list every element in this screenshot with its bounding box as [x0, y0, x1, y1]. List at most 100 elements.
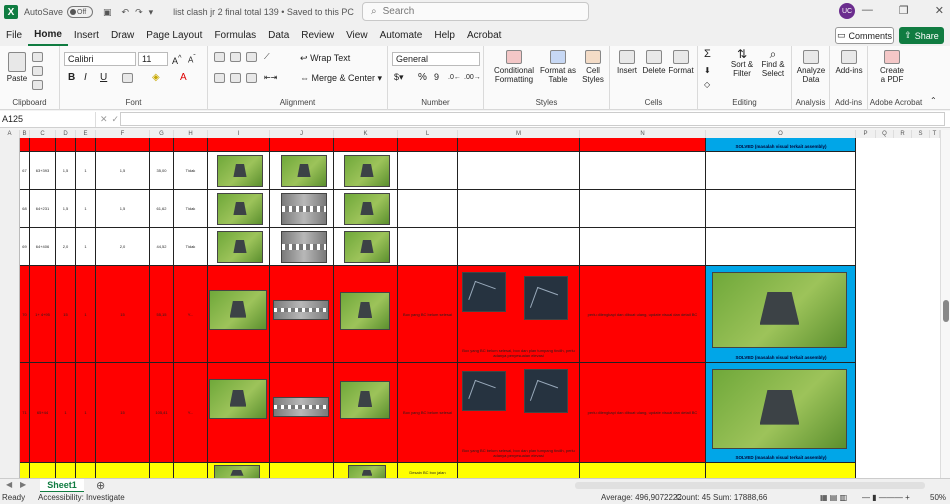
table-cell[interactable]: 1	[76, 190, 96, 228]
table-cell[interactable]	[458, 228, 580, 266]
close-icon[interactable]: ✕	[935, 4, 944, 17]
table-cell[interactable]	[150, 138, 174, 152]
table-cell[interactable]	[580, 463, 706, 478]
align-right-icon[interactable]	[246, 73, 257, 85]
cell-image[interactable]	[462, 272, 506, 312]
table-cell[interactable]: Tidak	[174, 190, 208, 228]
table-cell[interactable]: 2,0	[56, 228, 76, 266]
table-cell[interactable]	[458, 463, 580, 478]
column-header[interactable]: H	[174, 130, 208, 138]
table-cell[interactable]: Box yang BC belum selesai, box dan plan …	[458, 138, 580, 152]
row-header[interactable]	[0, 266, 20, 363]
analyze-data-button[interactable]: Analyze Data	[794, 50, 828, 84]
spreadsheet-grid[interactable]: Box yang BC belum selesai, box dan plan …	[0, 138, 940, 478]
autosave-toggle[interactable]: Off	[67, 6, 94, 18]
column-header[interactable]: C	[30, 130, 56, 138]
table-cell[interactable]	[580, 138, 706, 152]
table-cell[interactable]: Desain BC box jalan	[398, 463, 458, 478]
page-view-icons[interactable]: ▦ ▤ ▥	[820, 493, 847, 502]
cell-image[interactable]	[281, 231, 327, 263]
restore-icon[interactable]: ❐	[899, 4, 909, 17]
cut-button[interactable]	[32, 52, 43, 64]
column-header[interactable]: D	[56, 130, 76, 138]
table-cell[interactable]: 61,62	[150, 190, 174, 228]
copy-button[interactable]	[32, 66, 43, 78]
column-header[interactable]: F	[96, 130, 150, 138]
font-name-select[interactable]: Calibri	[64, 52, 136, 66]
table-cell[interactable]: Tidak	[174, 152, 208, 190]
insert-cells-button[interactable]: Insert	[614, 50, 640, 75]
italic-button[interactable]: I	[84, 73, 87, 83]
column-header[interactable]: M	[458, 130, 580, 138]
sort-filter-button[interactable]: ⇅ Sort & Filter	[728, 48, 756, 78]
row-header[interactable]	[0, 190, 20, 228]
align-bottom-icon[interactable]	[246, 52, 257, 64]
cell-styles-button[interactable]: Cell Styles	[578, 50, 608, 84]
cell-image[interactable]	[273, 397, 329, 417]
table-cell[interactable]	[580, 152, 706, 190]
table-cell[interactable]	[458, 190, 580, 228]
find-select-button[interactable]: ⌕ Find & Select	[758, 48, 788, 78]
column-header[interactable]: P	[856, 130, 876, 138]
autosum-icon[interactable]: Σ	[704, 49, 711, 60]
table-cell[interactable]: 69	[20, 228, 30, 266]
increase-decimal-icon[interactable]: .0←	[448, 73, 461, 82]
percent-icon[interactable]: %	[418, 73, 427, 83]
table-cell[interactable]: Box yang BC belum selesai	[398, 363, 458, 463]
cell-image[interactable]	[348, 465, 386, 478]
next-sheet-icon[interactable]: ▶	[20, 480, 26, 489]
column-header[interactable]: B	[20, 130, 30, 138]
align-top-icon[interactable]	[214, 52, 225, 64]
row-header[interactable]	[0, 138, 20, 152]
font-size-select[interactable]: 11	[138, 52, 168, 66]
table-cell[interactable]	[208, 138, 270, 152]
table-cell[interactable]: 64+231	[30, 190, 56, 228]
tab-data[interactable]: Data	[262, 24, 295, 46]
table-cell[interactable]	[398, 190, 458, 228]
table-cell[interactable]	[76, 138, 96, 152]
vertical-scroll-thumb[interactable]	[943, 300, 949, 322]
cell-image[interactable]	[340, 292, 390, 330]
table-cell[interactable]	[56, 463, 76, 478]
tab-file[interactable]: File	[0, 24, 28, 46]
table-cell[interactable]: 35,00	[150, 152, 174, 190]
format-cells-button[interactable]: Format	[668, 50, 694, 75]
table-cell[interactable]	[458, 152, 580, 190]
table-cell[interactable]: 105,41	[150, 363, 174, 463]
sheet-tab-sheet1[interactable]: Sheet1	[40, 479, 84, 493]
table-cell[interactable]: 1	[56, 363, 76, 463]
table-cell[interactable]: 1	[76, 152, 96, 190]
name-box[interactable]: A125	[0, 111, 96, 127]
clear-icon[interactable]: ◇	[704, 80, 710, 89]
number-format-select[interactable]: General	[392, 52, 480, 66]
cell-image[interactable]	[712, 272, 847, 348]
table-cell[interactable]: 44,52	[150, 228, 174, 266]
comma-icon[interactable]: 9	[434, 73, 439, 82]
table-cell[interactable]: 71	[20, 363, 30, 463]
cell-image[interactable]	[462, 371, 506, 411]
table-cell[interactable]: 1,5	[96, 152, 150, 190]
table-cell[interactable]: 1	[76, 228, 96, 266]
decrease-font-icon[interactable]: Aˇ	[188, 53, 196, 65]
tab-draw[interactable]: Draw	[105, 24, 140, 46]
cell-image[interactable]	[281, 193, 327, 225]
wrap-text-button[interactable]: ↩ Wrap Text	[300, 54, 350, 63]
table-cell[interactable]	[76, 463, 96, 478]
table-cell[interactable]: Box yang BC belum selesai	[398, 266, 458, 363]
column-header[interactable]: S	[912, 130, 930, 138]
table-cell[interactable]: Y...	[174, 363, 208, 463]
horizontal-scrollbar[interactable]	[575, 482, 925, 489]
table-cell[interactable]: 15	[56, 266, 76, 363]
table-cell[interactable]	[174, 138, 208, 152]
table-cell[interactable]: 63+393	[30, 152, 56, 190]
table-cell[interactable]: 64+406	[30, 228, 56, 266]
format-as-table-button[interactable]: Format as Table	[540, 50, 576, 84]
cell-image[interactable]	[209, 290, 267, 330]
table-cell[interactable]: 1+ 4+95	[30, 266, 56, 363]
table-cell[interactable]	[580, 190, 706, 228]
table-cell[interactable]	[20, 463, 30, 478]
table-cell[interactable]: 67	[20, 152, 30, 190]
cell-image[interactable]	[524, 276, 568, 320]
column-header[interactable]: T	[930, 130, 940, 138]
table-cell[interactable]: 1,5	[96, 190, 150, 228]
